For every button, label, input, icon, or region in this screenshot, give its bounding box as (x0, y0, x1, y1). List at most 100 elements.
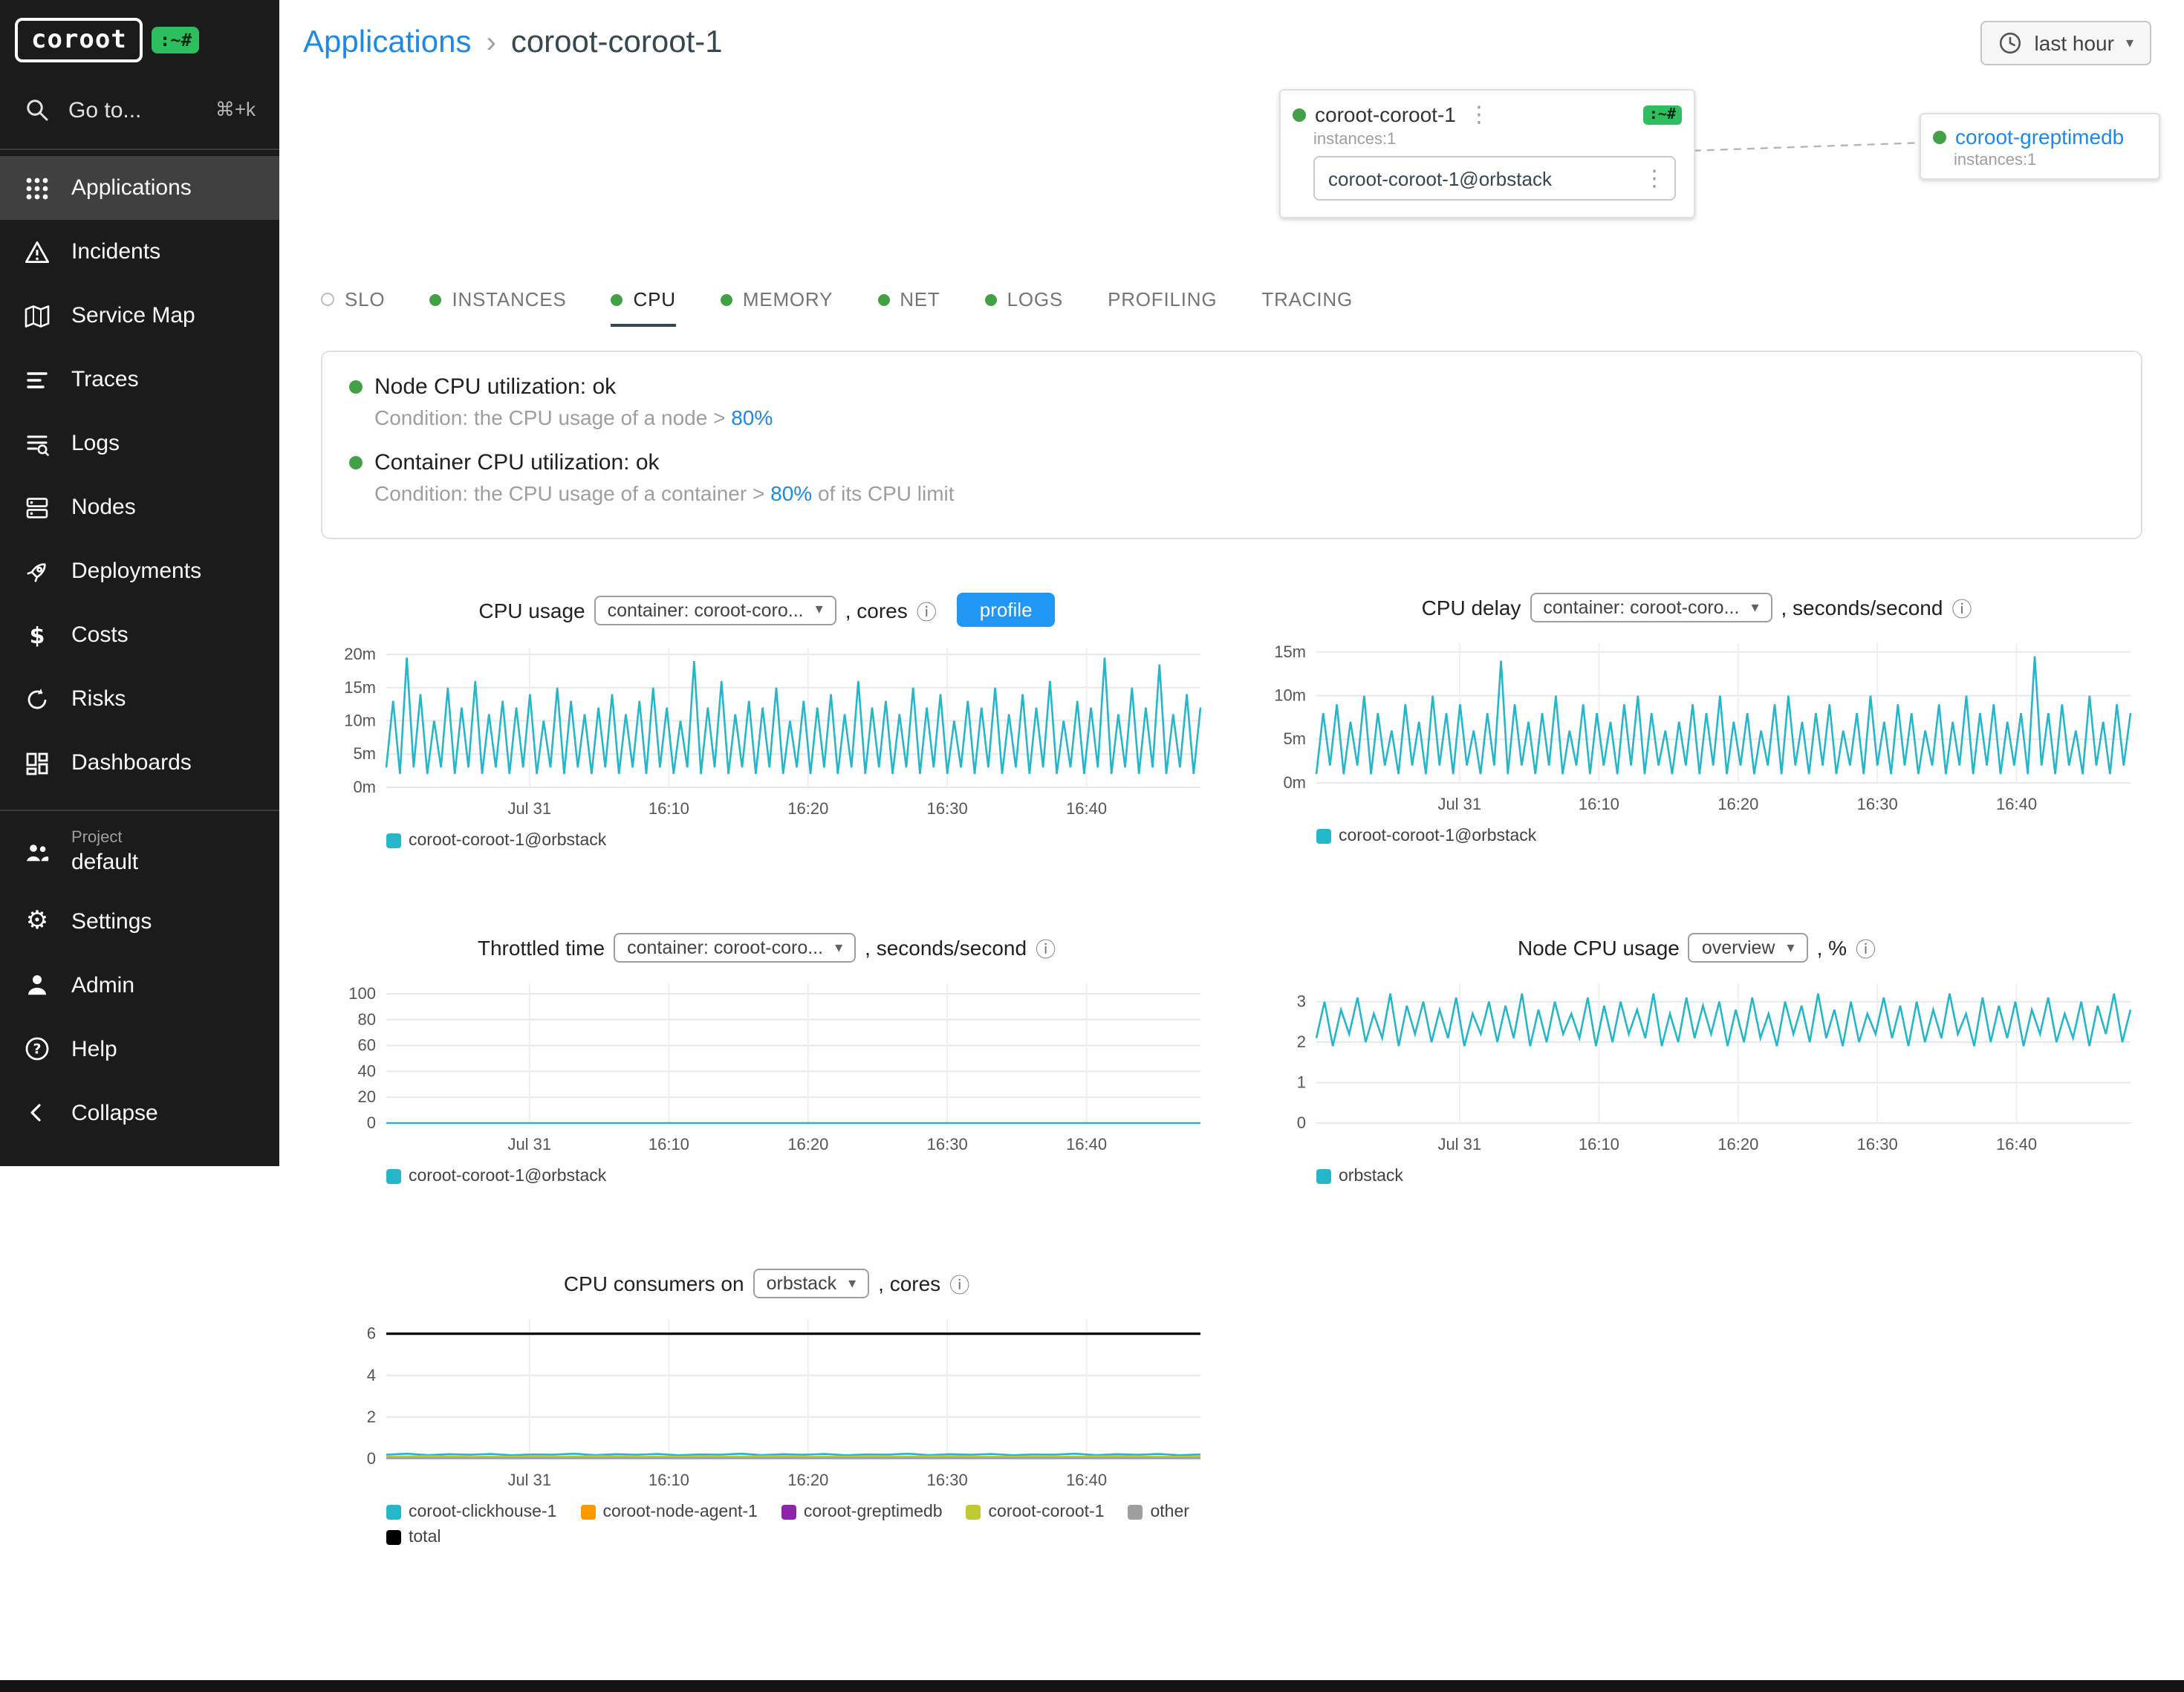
svg-text:16:30: 16:30 (927, 1471, 968, 1489)
tab-instances[interactable]: INSTANCES (429, 288, 566, 327)
cpu-usage-chart: CPU usage container: coroot-coro...▾ , c… (321, 593, 1212, 850)
legend-item[interactable]: coroot-greptimedb (781, 1503, 943, 1521)
svg-text:16:40: 16:40 (1066, 1135, 1107, 1154)
charts-grid: CPU usage container: coroot-coro...▾ , c… (279, 593, 2184, 1546)
svg-text:10m: 10m (1274, 686, 1306, 705)
container-selector[interactable]: container: coroot-coro...▾ (614, 933, 856, 963)
chart-legend: coroot-coroot-1@orbstack (386, 1168, 1212, 1185)
chevron-down-icon: ▾ (2126, 35, 2133, 51)
node-selector[interactable]: orbstack▾ (753, 1269, 870, 1298)
info-icon[interactable]: ⓘ (1856, 933, 1876, 963)
legend-item[interactable]: coroot-node-agent-1 (580, 1503, 757, 1521)
status-dot-green (349, 380, 363, 394)
person-icon (24, 972, 51, 998)
status-dot-green (1933, 130, 1946, 143)
service-card-coroot-coroot-1[interactable]: coroot-coroot-1 ⋮ :~# instances:1 coroot… (1279, 89, 1695, 218)
legend-swatch (386, 1505, 401, 1520)
profile-button[interactable]: profile (958, 593, 1055, 627)
info-icon[interactable]: ⓘ (1951, 593, 1972, 622)
sidebar-item-risks[interactable]: Risks (0, 667, 279, 731)
tab-tracing[interactable]: TRACING (1261, 288, 1353, 327)
overview-selector[interactable]: overview▾ (1689, 933, 1808, 963)
coroot-logo[interactable]: coroot :~# (0, 0, 279, 77)
service-card-coroot-greptimedb[interactable]: coroot-greptimedb instances:1 (1920, 113, 2160, 180)
threshold-link[interactable]: 80% (731, 406, 773, 429)
trace-spans-icon (24, 366, 51, 393)
sidebar-item-applications[interactable]: Applications (0, 156, 279, 220)
service-link[interactable]: coroot-greptimedb (1955, 125, 2124, 149)
kebab-menu-icon[interactable]: ⋮ (1465, 101, 1493, 128)
svg-text:16:20: 16:20 (787, 1135, 828, 1154)
threshold-link[interactable]: 80% (770, 481, 812, 505)
logs-icon (24, 430, 51, 457)
chart-legend: coroot-coroot-1@orbstack (1316, 827, 2142, 845)
container-selector[interactable]: container: coroot-coro...▾ (594, 595, 836, 625)
tab-cpu[interactable]: CPU (611, 288, 676, 327)
chart-legend: coroot-clickhouse-1 coroot-node-agent-1 co… (386, 1503, 1212, 1546)
chart-legend: coroot-coroot-1@orbstack (386, 832, 1212, 850)
sidebar-item-label: Risks (71, 686, 126, 712)
chart-unit: , seconds/second (865, 936, 1027, 960)
svg-text:16:40: 16:40 (1996, 1135, 2037, 1154)
breadcrumb-applications-link[interactable]: Applications (303, 25, 471, 61)
legend-item[interactable]: coroot-coroot-1 (966, 1503, 1105, 1521)
divider (0, 810, 279, 811)
sidebar-item-deployments[interactable]: Deployments (0, 539, 279, 603)
tab-profiling[interactable]: PROFILING (1108, 288, 1217, 327)
legend-item[interactable]: coroot-coroot-1@orbstack (1316, 827, 1536, 845)
svg-text:60: 60 (358, 1036, 376, 1055)
legend-item[interactable]: coroot-coroot-1@orbstack (386, 832, 606, 850)
sidebar-item-help[interactable]: ? Help (0, 1017, 279, 1081)
instance-item[interactable]: coroot-coroot-1@orbstack ⋮ (1313, 156, 1676, 201)
sidebar-item-label: Applications (71, 175, 192, 201)
svg-text:16:40: 16:40 (1996, 795, 2037, 813)
check-title: Container CPU utilization: ok (374, 450, 660, 475)
legend-item[interactable]: coroot-clickhouse-1 (386, 1503, 556, 1521)
chart-title: CPU consumers on orbstack▾ , cores ⓘ (321, 1269, 1212, 1298)
legend-item[interactable]: orbstack (1316, 1168, 1403, 1185)
chevron-right-icon: › (486, 26, 495, 60)
line-chart-plot: 0m5m10m15mJul 3116:1016:2016:3016:40 (1251, 631, 2142, 821)
svg-text:15m: 15m (1274, 642, 1306, 661)
info-icon[interactable]: ⓘ (949, 1269, 969, 1298)
go-to-search[interactable]: Go to... ⌘+k (0, 77, 279, 143)
info-icon[interactable]: ⓘ (917, 595, 937, 625)
sidebar-item-service-map[interactable]: Service Map (0, 284, 279, 348)
map-icon (24, 302, 51, 329)
tab-slo[interactable]: SLO (321, 288, 385, 327)
sidebar-item-logs[interactable]: Logs (0, 411, 279, 475)
tab-memory[interactable]: MEMORY (721, 288, 833, 327)
check-condition: Condition: the CPU usage of a node > 80% (374, 406, 2114, 429)
tab-logs[interactable]: LOGS (985, 288, 1063, 327)
help-circle-icon: ? (24, 1035, 51, 1062)
sidebar-item-label: Deployments (71, 559, 201, 584)
svg-text:$: $ (30, 622, 45, 648)
sidebar-item-costs[interactable]: $ Costs (0, 603, 279, 667)
status-dot-green (611, 293, 623, 305)
chart-title-text: Node CPU usage (1518, 936, 1680, 960)
info-icon[interactable]: ⓘ (1036, 933, 1056, 963)
time-range-picker[interactable]: last hour ▾ (1981, 21, 2151, 65)
sidebar-item-settings[interactable]: ⚙ Settings (0, 889, 279, 953)
project-selector[interactable]: Project default (0, 817, 279, 889)
legend-item[interactable]: other (1128, 1503, 1189, 1521)
svg-text:10m: 10m (344, 711, 376, 729)
dashboard-tiles-icon (24, 749, 51, 776)
sidebar-item-nodes[interactable]: Nodes (0, 475, 279, 539)
container-selector[interactable]: container: coroot-coro...▾ (1530, 593, 1772, 622)
sidebar-item-dashboards[interactable]: Dashboards (0, 731, 279, 795)
legend-item[interactable]: coroot-coroot-1@orbstack (386, 1168, 606, 1185)
svg-text:16:30: 16:30 (927, 1135, 968, 1154)
sidebar-item-collapse[interactable]: Collapse (0, 1081, 279, 1145)
cpu-checks-panel: Node CPU utilization: ok Condition: the … (321, 351, 2142, 539)
legend-item[interactable]: total (386, 1529, 1212, 1546)
sidebar-item-admin[interactable]: Admin (0, 953, 279, 1017)
sidebar-item-incidents[interactable]: Incidents (0, 220, 279, 284)
legend-swatch (386, 1169, 401, 1184)
kebab-menu-icon[interactable]: ⋮ (1640, 165, 1668, 192)
svg-text:0m: 0m (1283, 773, 1306, 792)
svg-text:?: ? (33, 1041, 41, 1058)
chevron-down-icon: ▾ (848, 1275, 856, 1292)
tab-net[interactable]: NET (877, 288, 940, 327)
sidebar-item-traces[interactable]: Traces (0, 348, 279, 411)
